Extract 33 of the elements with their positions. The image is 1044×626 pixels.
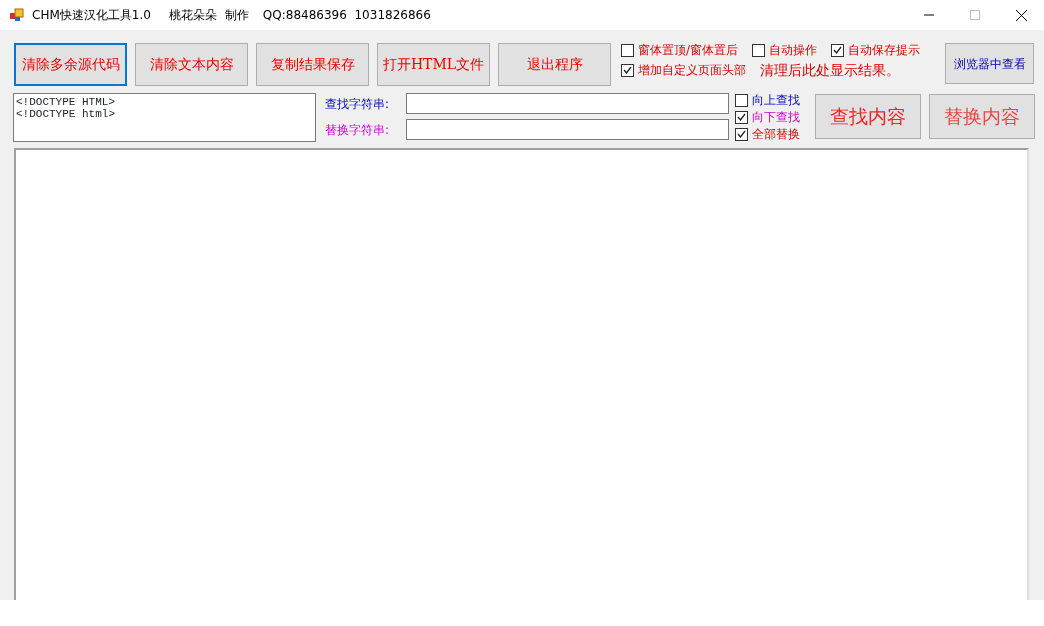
- toolbar-button[interactable]: 清除多余源代码: [14, 43, 127, 86]
- checkbox[interactable]: [621, 43, 634, 57]
- checkbox-label: 向下查找: [752, 110, 800, 124]
- toolbar-button[interactable]: 退出程序: [498, 43, 611, 86]
- author-label: 制作: [224, 7, 249, 24]
- checkbox[interactable]: [735, 93, 748, 107]
- toolbar-button[interactable]: 打开HTML文件: [377, 43, 490, 86]
- checkbox[interactable]: [735, 127, 748, 141]
- checkbox[interactable]: [735, 110, 748, 124]
- checkbox-label: 自动保存提示: [848, 43, 921, 57]
- replace-field[interactable]: [406, 119, 729, 140]
- window-title: CHM快速汉化工具1.0: [32, 7, 151, 24]
- find-field[interactable]: [406, 93, 729, 114]
- author-name: 桃花朵朵: [168, 7, 217, 24]
- find-label: 查找字符串:: [325, 95, 391, 113]
- replace-label: 替换字符串:: [325, 121, 391, 139]
- checkbox-label: 向上查找: [752, 93, 800, 107]
- checkbox-label: 全部替换: [752, 127, 800, 141]
- toolbar-button[interactable]: 清除文本内容: [135, 43, 248, 86]
- contact-info: QQ:88486396 1031826866: [262, 7, 431, 24]
- checkbox[interactable]: [831, 43, 845, 57]
- browser-view-button[interactable]: 浏览器中查看: [945, 43, 1034, 84]
- app-icon: [10, 8, 24, 22]
- checkbox-label: 增加自定义页面头部: [638, 63, 746, 77]
- action-button[interactable]: 查找内容: [815, 94, 921, 139]
- action-button[interactable]: 替换内容: [929, 94, 1035, 139]
- checkbox-label: 窗体置顶/窗体置后: [638, 43, 739, 57]
- checkbox[interactable]: [752, 43, 766, 57]
- toolbar-button[interactable]: 复制结果保存: [256, 43, 369, 86]
- status-message: 清理后此处显示结果。: [760, 63, 900, 77]
- checkbox[interactable]: [621, 63, 634, 77]
- source-text-area[interactable]: <!DOCTYPE HTML> <!DOCTYPE html>: [13, 93, 316, 142]
- checkbox-label: 自动操作: [769, 43, 818, 57]
